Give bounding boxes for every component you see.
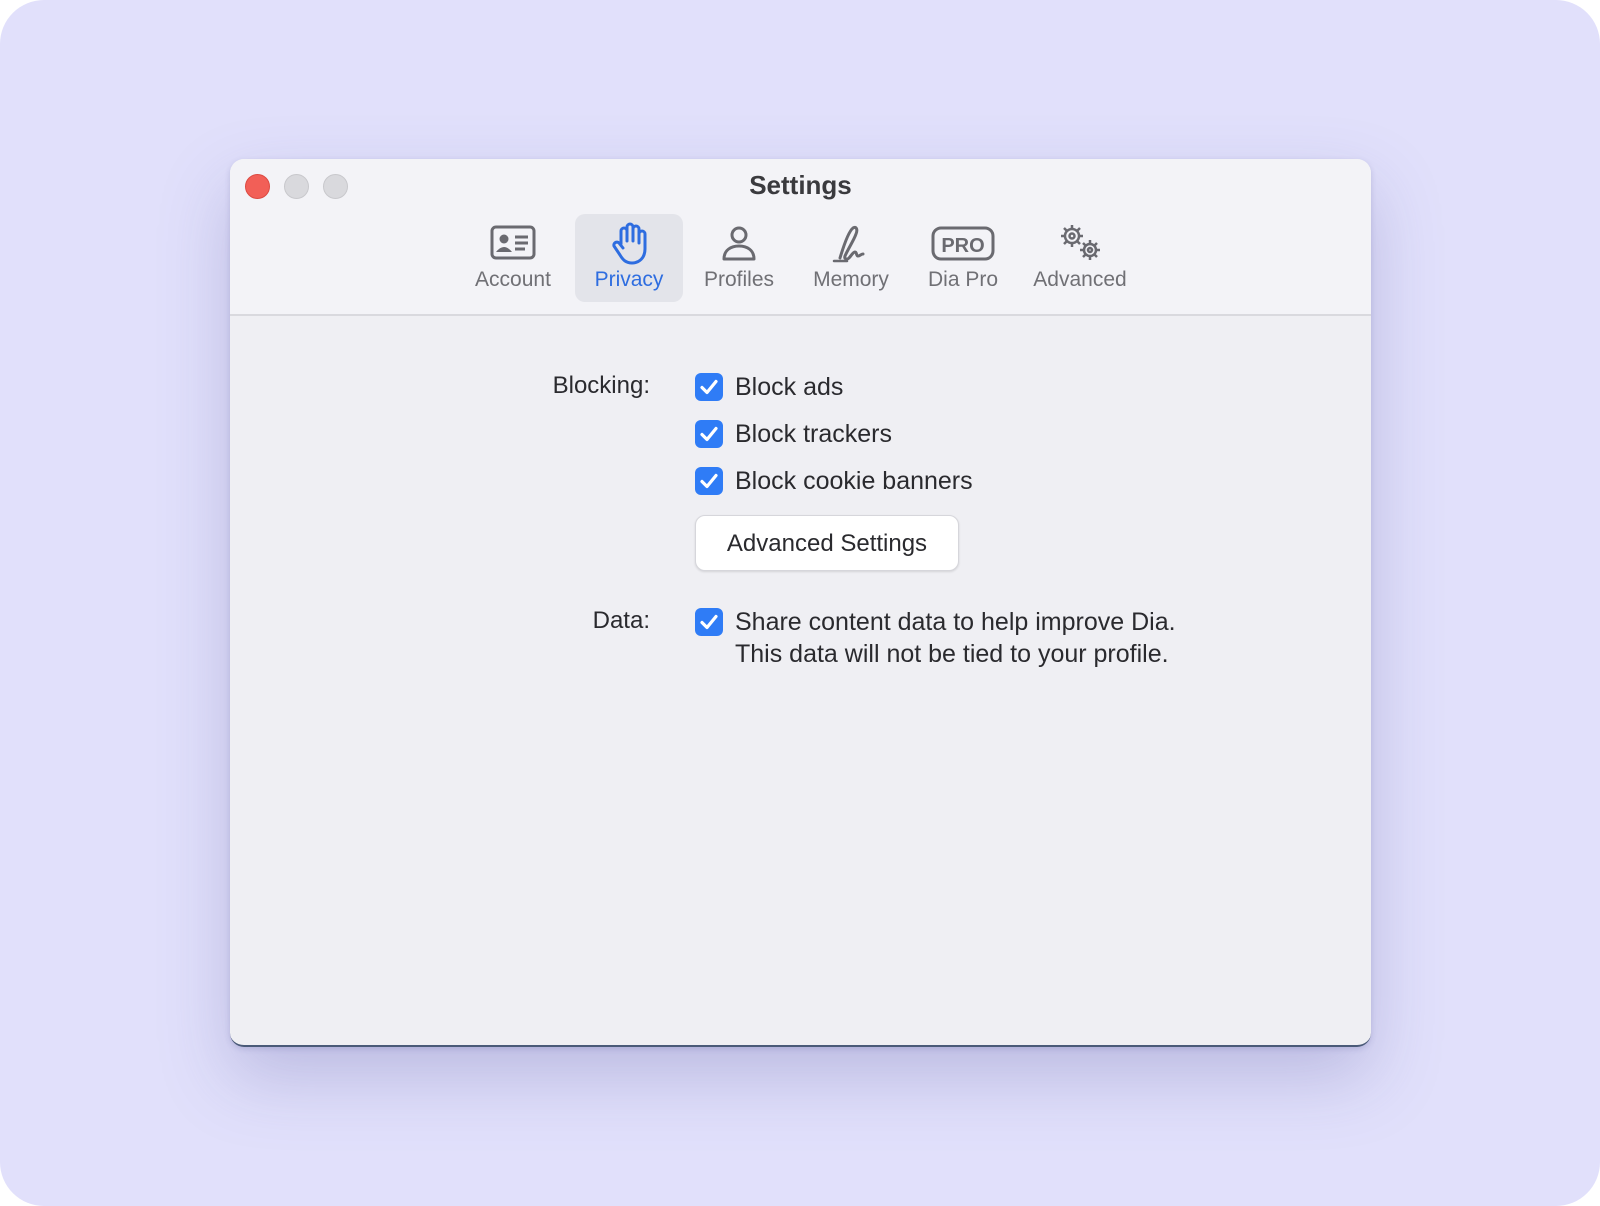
data-label: Data: — [592, 607, 650, 634]
window-title: Settings — [749, 170, 852, 200]
tab-profiles[interactable]: Profiles — [690, 214, 788, 302]
block-cookie-banners-checkbox[interactable] — [695, 467, 723, 495]
tab-profiles-label: Profiles — [703, 268, 775, 291]
checkmark-icon — [700, 426, 718, 442]
tab-memory[interactable]: Memory — [796, 214, 906, 302]
tab-dia-pro-label: Dia Pro — [927, 268, 999, 291]
checkmark-icon — [700, 473, 718, 489]
contact-card-icon — [481, 222, 545, 266]
tab-account[interactable]: Account — [458, 214, 568, 302]
tab-memory-label: Memory — [813, 268, 889, 291]
person-icon — [707, 222, 771, 266]
block-trackers-label: Block trackers — [735, 420, 892, 448]
checkmark-icon — [700, 379, 718, 395]
checkmark-icon — [700, 614, 718, 630]
hand-raised-icon — [597, 222, 661, 266]
block-ads-checkbox[interactable] — [695, 373, 723, 401]
signature-icon — [819, 222, 883, 266]
tab-privacy[interactable]: Privacy — [575, 214, 683, 302]
pro-badge-text: PRO — [941, 235, 984, 257]
tab-advanced[interactable]: Advanced — [1020, 214, 1140, 302]
tab-dia-pro[interactable]: PRO Dia Pro — [913, 214, 1013, 302]
share-content-data-checkbox[interactable] — [695, 608, 723, 636]
share-content-data-sublabel: This data will not be tied to your profi… — [735, 640, 1169, 668]
tab-privacy-label: Privacy — [594, 268, 664, 291]
block-ads-label: Block ads — [735, 373, 844, 401]
blocking-label: Blocking: — [552, 372, 650, 399]
settings-window: Settings Account Privacy Profiles Memory… — [230, 159, 1371, 1047]
gears-icon — [1048, 222, 1112, 266]
window-toolbar: Settings Account Privacy Profiles Memory… — [230, 159, 1371, 316]
block-trackers-checkbox[interactable] — [695, 420, 723, 448]
privacy-panel: Blocking: Block ads Block trackers Block… — [230, 316, 1371, 1045]
block-cookie-banners-label: Block cookie banners — [735, 467, 973, 495]
tab-advanced-label: Advanced — [1033, 268, 1127, 291]
tab-account-label: Account — [475, 268, 551, 291]
pro-badge-icon: PRO — [931, 222, 995, 266]
advanced-settings-button[interactable]: Advanced Settings — [695, 515, 959, 571]
share-content-data-label: Share content data to help improve Dia. — [735, 608, 1176, 636]
